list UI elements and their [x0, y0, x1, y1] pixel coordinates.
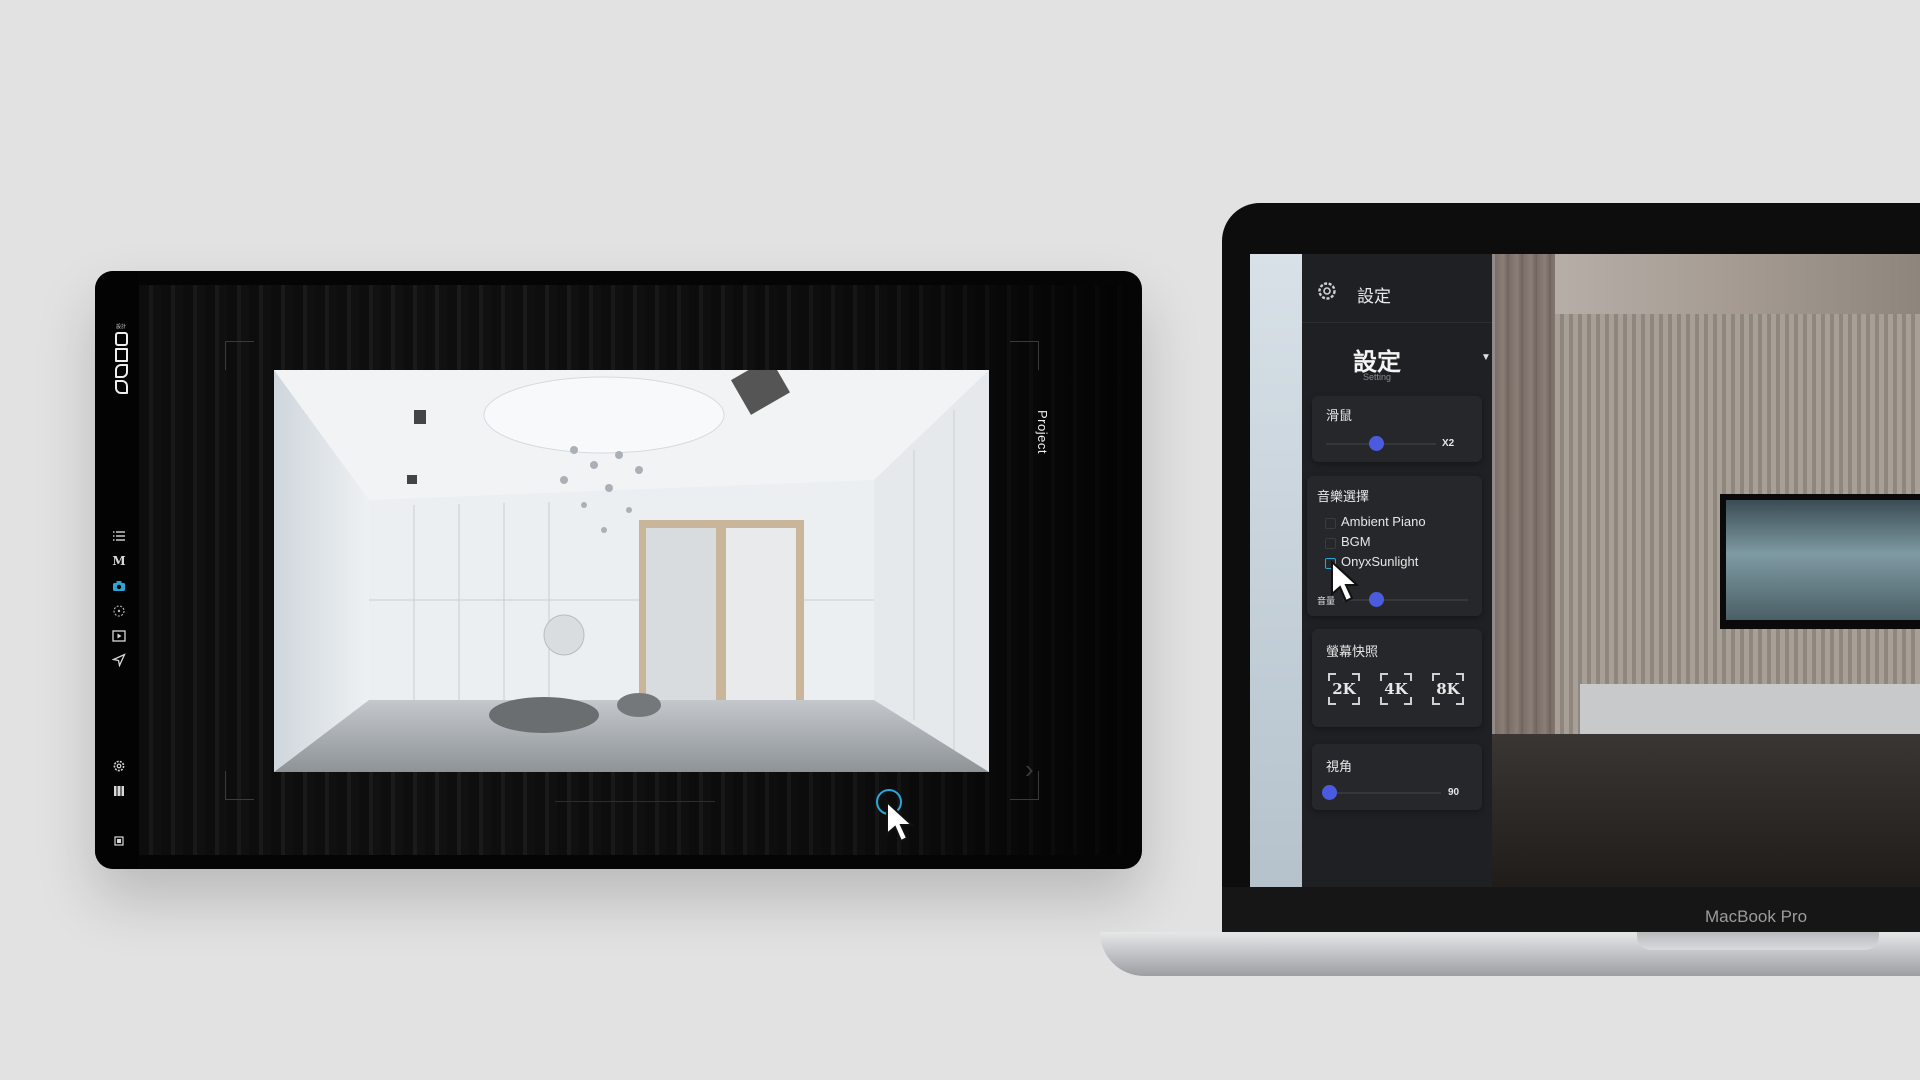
- collapse-arrow-icon[interactable]: ▼: [1481, 352, 1491, 363]
- project-render-image: [274, 370, 989, 772]
- laptop-chin: [1222, 887, 1920, 935]
- laptop-notch: [1637, 932, 1879, 950]
- fov-slider-knob[interactable]: [1322, 785, 1337, 800]
- send-icon[interactable]: [112, 653, 126, 667]
- volume-slider-track[interactable]: [1343, 599, 1468, 601]
- panel-header-title: 設定: [1357, 287, 1391, 306]
- gear-icon[interactable]: [1316, 280, 1338, 302]
- play-icon[interactable]: [112, 629, 126, 643]
- mouse-cursor-icon: [885, 799, 915, 844]
- film-icon[interactable]: [112, 784, 126, 798]
- square-icon[interactable]: [112, 834, 126, 848]
- mouse-label: 滑鼠: [1326, 408, 1353, 423]
- mouse-slider-knob[interactable]: [1369, 436, 1384, 451]
- fov-slider-track[interactable]: [1326, 792, 1441, 794]
- next-arrow-icon[interactable]: ›: [1025, 754, 1055, 794]
- checkbox-ambient-piano[interactable]: [1325, 518, 1336, 529]
- volume-slider-knob[interactable]: [1369, 592, 1384, 607]
- fov-card: 視角 90: [1312, 744, 1482, 810]
- snapshot-8k-button[interactable]: 8K: [1432, 673, 1464, 705]
- fov-label: 視角: [1326, 759, 1353, 774]
- laptop-screen: 設定 設定 Setting ▼ 滑鼠 X2 音樂選擇 Ambient Piano…: [1250, 254, 1920, 887]
- option-bgm[interactable]: BGM: [1341, 534, 1371, 549]
- laptop-brand-label: MacBook Pro: [1705, 907, 1808, 926]
- camera-icon[interactable]: [112, 579, 126, 593]
- checkbox-bgm[interactable]: [1325, 538, 1336, 549]
- option-ambient-piano[interactable]: Ambient Piano: [1341, 514, 1426, 529]
- mouse-speed-card: 滑鼠 X2: [1312, 396, 1482, 462]
- section-subtitle: Setting: [1362, 372, 1392, 382]
- snapshot-label: 螢幕快照: [1326, 644, 1379, 659]
- target-icon[interactable]: [112, 604, 126, 618]
- list-icon[interactable]: [112, 529, 126, 543]
- snapshot-4k-button[interactable]: 4K: [1380, 673, 1412, 705]
- gear-icon[interactable]: [112, 759, 126, 773]
- settings-panel: 設定 設定 Setting ▼ 滑鼠 X2 音樂選擇 Ambient Piano…: [1302, 254, 1492, 887]
- logo-small-text: 設計: [115, 324, 126, 330]
- music-label: 音樂選擇: [1317, 489, 1370, 504]
- mouse-cursor-icon: [1330, 559, 1360, 604]
- m-icon[interactable]: M: [112, 554, 126, 568]
- project-side-label[interactable]: Project: [1035, 410, 1050, 454]
- snapshot-card: 螢幕快照 2K 4K 8K: [1312, 629, 1482, 727]
- fov-value: 90: [1448, 787, 1460, 798]
- snapshot-2k-button[interactable]: 2K: [1328, 673, 1360, 705]
- mouse-value: X2: [1442, 438, 1455, 449]
- brand-logo: 設計: [113, 323, 129, 413]
